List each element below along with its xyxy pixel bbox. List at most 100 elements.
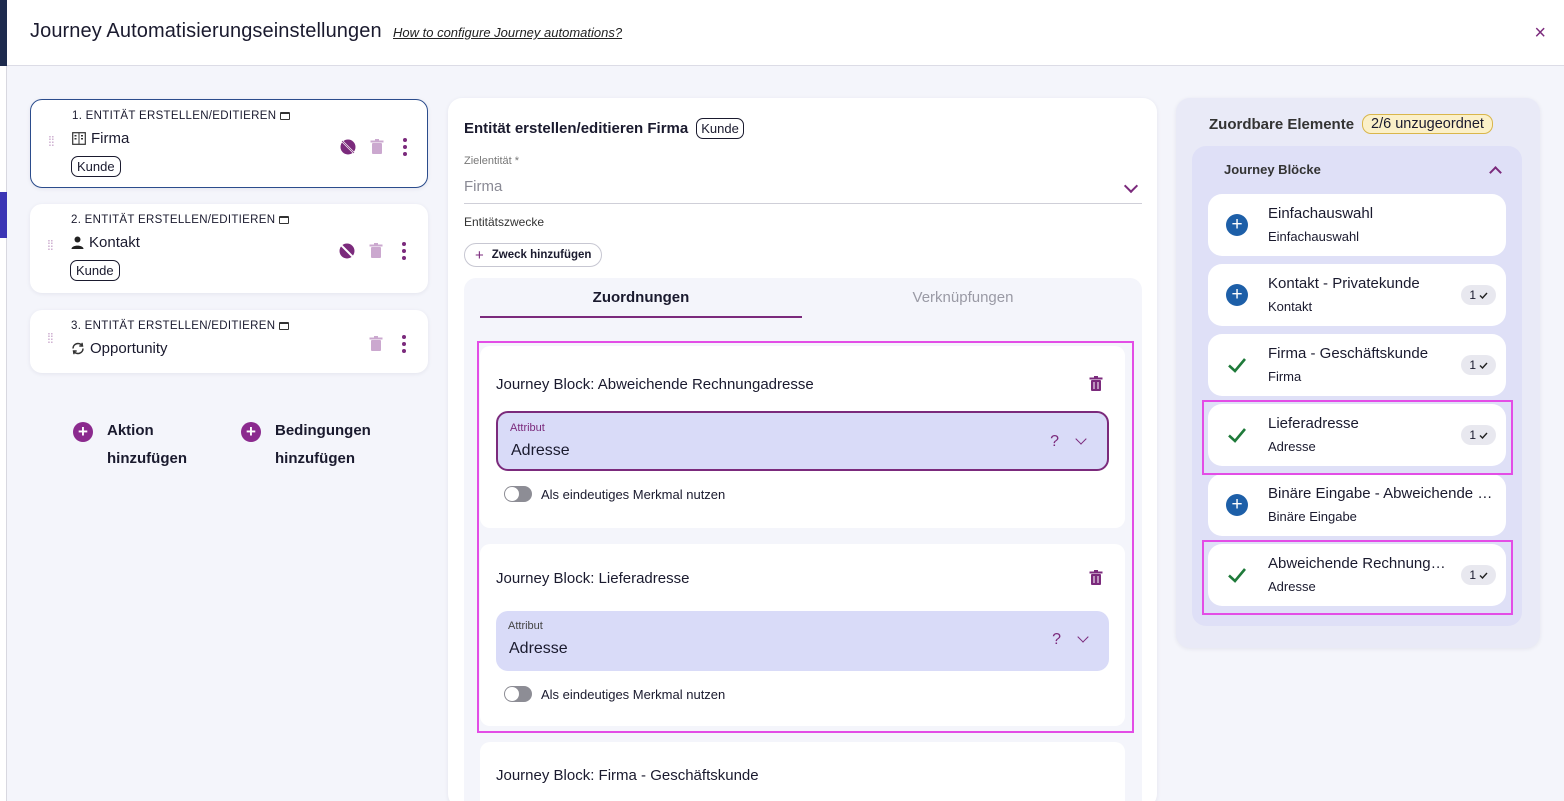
assignable-item[interactable]: Abweichende Rechnungsadresse Adresse 1 [1208,544,1506,606]
person-icon [71,236,84,249]
delete-icon[interactable] [367,137,387,157]
delete-icon[interactable] [366,334,386,354]
delete-icon[interactable] [1089,376,1103,392]
item-subtitle: Adresse [1268,579,1316,594]
visibility-off-icon[interactable] [337,241,357,261]
step-card-2[interactable]: ⁞⁞ 2. ENTITÄT ERSTELLEN/EDITIEREN Kontak… [30,204,428,293]
item-title: Binäre Eingabe - Abweichende Rechnungsad… [1268,485,1496,502]
journey-block-card: Journey Block: Abweichende Rechnungadres… [480,346,1125,528]
delete-icon[interactable] [366,241,386,261]
step-entity-label: Firma [91,130,130,147]
more-options-icon[interactable] [395,137,415,157]
assignable-item[interactable]: Firma - Geschäftskunde Firma 1 [1208,334,1506,396]
item-subtitle: Adresse [1268,439,1316,454]
tab-verknuepfungen[interactable]: Verknüpfungen [802,278,1124,318]
add-purpose-label: Zweck hinzufügen [491,249,592,261]
add-conditions-label: Bedingungen [275,422,371,439]
help-link[interactable]: How to configure Journey automations? [393,25,622,40]
group-title: Journey Blöcke [1224,162,1321,177]
unique-feature-toggle[interactable] [504,686,532,702]
item-subtitle: Einfachauswahl [1268,229,1360,244]
chevron-up-icon[interactable] [1489,166,1502,179]
mapping-count: 1 [1469,428,1476,442]
attribute-label: Attribut [508,620,543,632]
attribute-value: Adresse [509,640,568,657]
drag-handle-icon[interactable]: ⁞⁞ [47,238,57,252]
item-title: Kontakt - Privatekunde [1268,275,1420,292]
help-icon[interactable]: ? [1050,433,1059,451]
assignable-item[interactable]: + Kontakt - Privatekunde Kontakt 1 [1208,264,1506,326]
add-circle-icon[interactable]: + [1226,494,1248,516]
step-label: 2. ENTITÄT ERSTELLEN/EDITIEREN [71,214,290,226]
dialog-title: Journey Automatisierungseinstellungen [30,20,382,42]
add-conditions-button[interactable]: + Bedingungen hinzufügen [241,417,371,473]
add-purpose-button[interactable]: + Zweck hinzufügen [464,243,603,267]
step-label: 1. ENTITÄT ERSTELLEN/EDITIEREN [72,110,291,122]
toggle-label: Als eindeutiges Merkmal nutzen [541,686,726,702]
calendar-icon [280,112,291,120]
assignable-elements-title-text: Zuordbare Elemente [1209,115,1355,133]
add-circle-icon[interactable]: + [1226,284,1248,306]
assignable-item[interactable]: + Einfachauswahl Einfachauswahl [1208,194,1506,256]
item-title: Lieferadresse [1268,415,1359,432]
step-card-3[interactable]: ⁞⁞ 3. ENTITÄT ERSTELLEN/EDITIEREN Opport… [30,310,428,373]
step-entity-label: Opportunity [90,340,168,357]
plus-icon: + [475,246,484,264]
mapping-count-dropdown[interactable]: 1 [1461,565,1496,585]
more-options-icon[interactable] [394,241,414,261]
panel-title-chip: Kunde [696,118,744,139]
item-subtitle: Firma [1268,369,1302,384]
dialog-header: Journey Automatisierungseinstellungen Ho… [7,0,1564,66]
attribute-select[interactable]: Attribut Adresse ? [496,411,1109,471]
journey-block-title: Journey Block: Firma - Geschäftskunde [496,767,759,784]
step-entity: Firma [72,130,129,147]
journey-block-title: Journey Block: Abweichende Rechnungadres… [496,376,814,393]
mapping-count-dropdown[interactable]: 1 [1461,425,1496,445]
step-chip: Kunde [70,260,120,281]
delete-icon[interactable] [1089,570,1103,586]
mapping-count-dropdown[interactable]: 1 [1461,285,1496,305]
item-title: Firma - Geschäftskunde [1268,345,1429,362]
close-icon[interactable]: × [1534,22,1546,45]
check-icon [1228,358,1246,373]
toggle-label: Als eindeutiges Merkmal nutzen [541,486,726,502]
panel-title: Entität erstellen/editieren Firma Kunde [464,118,744,139]
journey-block-card: Journey Block: Firma - Geschäftskunde [480,742,1125,801]
drag-handle-icon[interactable]: ⁞⁞ [47,331,57,345]
unique-feature-toggle-row: Als eindeutiges Merkmal nutzen [504,486,725,502]
attribute-select[interactable]: Attribut Adresse ? [496,611,1109,671]
background-header [0,0,7,66]
item-subtitle: Binäre Eingabe [1268,509,1357,524]
tab-zuordnungen[interactable]: Zuordnungen [480,278,802,318]
assignable-item[interactable]: + Binäre Eingabe - Abweichende Rechnungs… [1208,474,1506,536]
attribute-label: Attribut [510,422,545,434]
help-icon[interactable]: ? [1052,631,1061,649]
visibility-off-icon[interactable] [338,137,358,157]
plus-circle-icon: + [241,422,261,442]
add-conditions-label: hinzufügen [275,450,355,467]
check-icon [1479,362,1488,369]
journey-block-card: Journey Block: Lieferadresse Attribut Ad… [480,544,1125,726]
step-card-1[interactable]: ⁞⁞ 1. ENTITÄT ERSTELLEN/EDITIEREN Firma … [30,99,428,188]
journey-block-title: Journey Block: Lieferadresse [496,570,690,587]
drag-handle-icon[interactable]: ⁞⁞ [48,134,58,148]
assignable-item[interactable]: Lieferadresse Adresse 1 [1208,404,1506,466]
unique-feature-toggle[interactable] [504,486,532,502]
target-entity-select[interactable]: Firma [464,176,1142,204]
more-options-icon[interactable] [394,334,414,354]
unique-feature-toggle-row: Als eindeutiges Merkmal nutzen [504,686,725,702]
add-circle-icon[interactable]: + [1226,214,1248,236]
target-entity-label: Zielentität * [464,155,520,167]
sync-icon [72,342,84,355]
mapping-count: 1 [1469,358,1476,372]
mapping-count-dropdown[interactable]: 1 [1461,355,1496,375]
mapping-count: 1 [1469,568,1476,582]
item-subtitle: Kontakt [1268,299,1313,314]
add-action-button[interactable]: + Aktion hinzufügen [73,417,187,473]
unassigned-badge: 2/6 unzugeordnet [1362,114,1493,134]
chevron-down-icon [1075,433,1087,445]
background-app-strip [0,0,7,801]
item-title: Einfachauswahl [1268,205,1374,222]
check-icon [1228,428,1246,443]
step-entity: Kontakt [71,234,140,251]
